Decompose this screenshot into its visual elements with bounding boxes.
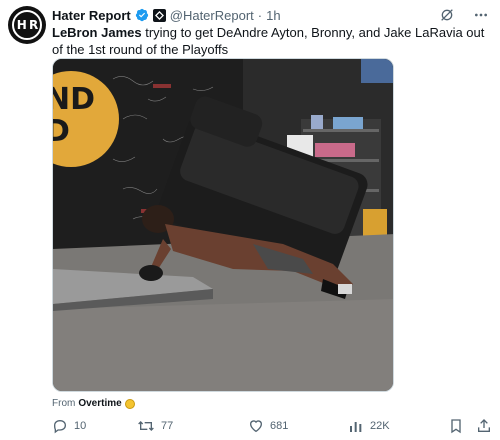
heart-icon [249, 420, 263, 433]
tweet: H R Hater Report @HaterReport · 1h LeBro… [0, 0, 500, 440]
media-source: From Overtime [52, 398, 135, 409]
tweet-text: LeBron James trying to get DeAndre Ayton… [52, 24, 492, 58]
overtime-logo-icon [124, 398, 135, 409]
tweet-actions: 10 77 681 22K [52, 416, 492, 436]
more-options-icon[interactable] [472, 6, 490, 24]
avatar[interactable]: H R [8, 6, 46, 44]
svg-text:D: D [53, 114, 70, 149]
display-name[interactable]: Hater Report [52, 8, 131, 23]
affiliate-badge-icon[interactable] [152, 8, 166, 22]
verified-badge-icon [135, 8, 149, 22]
svg-text:ND: ND [53, 82, 95, 117]
tweet-bold-name: LeBron James [52, 25, 142, 40]
bookmark-icon [451, 419, 461, 434]
views-count: 22K [370, 420, 390, 432]
reply-count: 10 [74, 420, 87, 432]
retweet-count: 77 [161, 420, 174, 432]
timestamp[interactable]: 1h [266, 8, 280, 23]
top-right-actions [438, 6, 490, 24]
retweet-icon [138, 421, 154, 431]
views-chart-icon [350, 422, 362, 432]
source-name[interactable]: Overtime [78, 398, 121, 409]
tweet-header: Hater Report @HaterReport · 1h [52, 6, 281, 24]
video-thumbnail[interactable]: ND D [52, 58, 394, 392]
grok-icon[interactable] [438, 6, 456, 24]
share-icon [478, 419, 490, 432]
bookmark-button[interactable] [448, 418, 464, 434]
like-button[interactable]: 681 [248, 418, 288, 434]
views-button[interactable]: 22K [348, 418, 390, 434]
share-button[interactable] [476, 418, 492, 434]
like-count: 681 [270, 420, 289, 432]
gym-scene-image: ND D [53, 59, 393, 391]
source-prefix: From [52, 398, 76, 409]
separator: · [257, 7, 263, 23]
reply-icon [53, 419, 67, 434]
retweet-button[interactable]: 77 [137, 418, 173, 434]
handle[interactable]: @HaterReport [170, 8, 254, 23]
reply-button[interactable]: 10 [52, 418, 86, 434]
avatar-logo: H R [12, 10, 42, 40]
